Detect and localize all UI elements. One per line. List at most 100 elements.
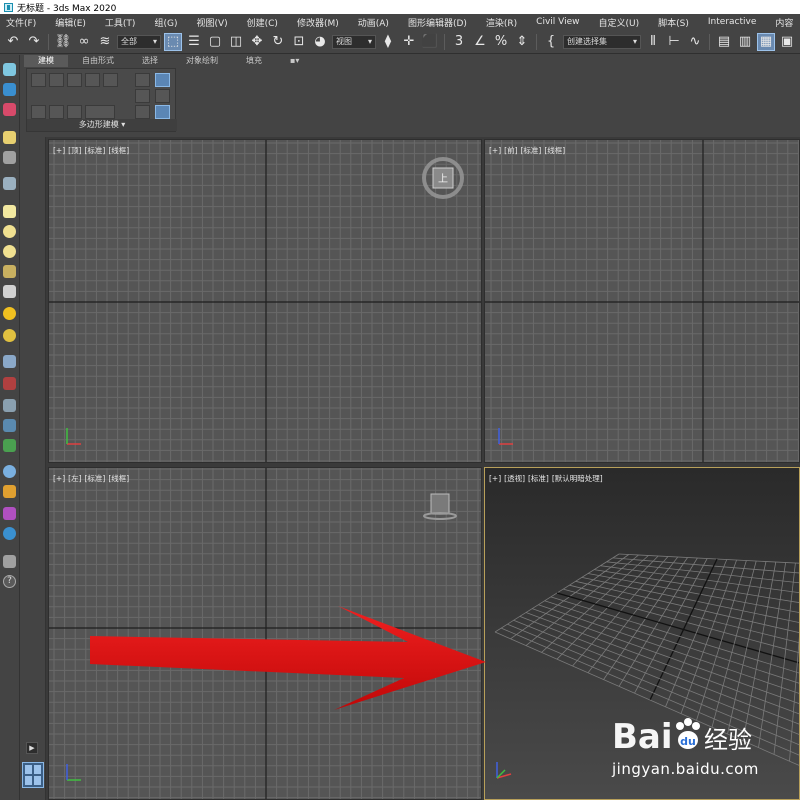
named-selection-dropdown[interactable]: 创建选择集 ▾: [563, 34, 641, 49]
selection-mode-button[interactable]: [49, 105, 64, 119]
selection-filter-dropdown[interactable]: 全部 ▾: [117, 34, 161, 49]
use-displacement-button[interactable]: [135, 105, 150, 119]
viewport-shading-mode[interactable]: [线框]: [108, 474, 129, 483]
viewport-menu-plus[interactable]: [+]: [53, 146, 65, 155]
tab-modeling[interactable]: 建模: [24, 55, 68, 67]
menu-group[interactable]: 组(G): [154, 16, 177, 29]
percent-snap-icon[interactable]: %: [492, 33, 510, 51]
modify-mode-button[interactable]: [31, 105, 46, 119]
display-panel-icon[interactable]: [3, 151, 16, 164]
viewport-view-name[interactable]: [前]: [504, 146, 517, 155]
viewport-menu-plus[interactable]: [+]: [53, 474, 65, 483]
reference-coordinate-dropdown[interactable]: 视图 ▾: [332, 34, 376, 49]
snaps-toggle-icon[interactable]: 3: [450, 33, 468, 51]
menu-interactive[interactable]: Interactive: [708, 17, 756, 27]
tab-selection[interactable]: 选择: [128, 55, 172, 67]
viewport-layout-icon[interactable]: [22, 762, 44, 788]
placement-icon[interactable]: ◕: [311, 33, 329, 51]
link-icon[interactable]: ⛓: [54, 33, 72, 51]
make-unique-button[interactable]: [155, 105, 170, 119]
element-mode-button[interactable]: [103, 73, 118, 87]
curve-editor-icon[interactable]: ∿: [686, 33, 704, 51]
border-mode-button[interactable]: [67, 73, 82, 87]
play-icon[interactable]: ▶: [26, 742, 38, 754]
edit-named-selection-icon[interactable]: {: [542, 33, 560, 51]
scale-icon[interactable]: ⊡: [290, 33, 308, 51]
menu-civil-view[interactable]: Civil View: [536, 17, 579, 27]
select-object-icon[interactable]: ⬚: [164, 32, 182, 51]
menu-rendering[interactable]: 渲染(R): [486, 16, 517, 29]
render-icon[interactable]: [3, 507, 16, 520]
rectangular-selection-icon[interactable]: ▢: [206, 33, 224, 51]
viewport-front[interactable]: [+] [前] [标准] [线框]: [484, 139, 800, 463]
menu-content[interactable]: 内容: [775, 16, 793, 29]
mirror-icon[interactable]: ⫴: [644, 33, 662, 51]
scene-explorer-icon[interactable]: ▤: [715, 33, 733, 51]
ribbon-options-icon[interactable]: ▪▾: [276, 55, 313, 67]
viewport-view-name[interactable]: [透视]: [504, 474, 525, 483]
preview-button[interactable]: [67, 105, 82, 119]
toggle-command-panel-button[interactable]: [135, 89, 150, 103]
tab-freeform[interactable]: 自由形式: [68, 55, 128, 67]
material-ball-icon[interactable]: [3, 465, 16, 478]
rotate-icon[interactable]: ↻: [269, 33, 287, 51]
schematic-view-icon[interactable]: ▣: [778, 33, 796, 51]
collapse-stack-button[interactable]: [135, 73, 150, 87]
menu-create[interactable]: 创建(C): [247, 16, 278, 29]
polygon-mode-button[interactable]: [85, 73, 100, 87]
menu-edit[interactable]: 编辑(E): [55, 16, 86, 29]
unlink-icon[interactable]: ∞: [75, 33, 93, 51]
grid-icon[interactable]: [3, 355, 16, 368]
show-end-result-button[interactable]: [155, 89, 170, 103]
motion-panel-icon[interactable]: [3, 131, 16, 144]
hierarchy-panel-icon[interactable]: [3, 103, 16, 116]
teapot-icon[interactable]: [3, 265, 16, 278]
edge-mode-button[interactable]: [49, 73, 64, 87]
angle-snap-icon[interactable]: ∠: [471, 33, 489, 51]
sphere-icon[interactable]: [3, 225, 16, 238]
create-panel-icon[interactable]: [3, 63, 16, 76]
viewport-left-label[interactable]: [+] [左] [标准] [线框]: [53, 473, 132, 484]
align-icon[interactable]: ⊢: [665, 33, 683, 51]
dynamics-icon[interactable]: [3, 419, 16, 432]
vertex-mode-button[interactable]: [31, 73, 46, 87]
select-by-name-icon[interactable]: ☰: [185, 33, 203, 51]
ignore-backfacing-button[interactable]: [85, 105, 115, 119]
spinner-snap-icon[interactable]: ⇕: [513, 33, 531, 51]
viewport-view-name[interactable]: [左]: [68, 474, 81, 483]
viewport-perspective-label[interactable]: [+] [透视] [标准] [默认明暗处理]: [489, 473, 606, 484]
manipulate-icon[interactable]: ✛: [400, 33, 418, 51]
viewport-view-name[interactable]: [顶]: [68, 146, 81, 155]
menu-graph-editors[interactable]: 图形编辑器(D): [408, 16, 467, 29]
plane-icon[interactable]: [3, 205, 16, 218]
viewport-menu-plus[interactable]: [+]: [489, 474, 501, 483]
layer-explorer-icon[interactable]: ▥: [736, 33, 754, 51]
cone-icon[interactable]: [3, 285, 16, 298]
undo-icon[interactable]: ↶: [4, 33, 22, 51]
hierarchy-icon[interactable]: [3, 399, 16, 412]
viewport-top[interactable]: [+] [顶] [标准] [线框] 上: [48, 139, 482, 463]
torus-icon[interactable]: [3, 329, 16, 342]
redo-icon[interactable]: ↷: [25, 33, 43, 51]
color-palette-icon[interactable]: [3, 485, 16, 498]
pin-stack-button[interactable]: [155, 73, 170, 87]
menu-scripting[interactable]: 脚本(S): [658, 16, 689, 29]
viewport-menu-plus[interactable]: [+]: [489, 146, 501, 155]
foliage-icon[interactable]: [3, 439, 16, 452]
menu-file[interactable]: 文件(F): [6, 16, 36, 29]
viewport-shading-mode[interactable]: [默认明暗处理]: [552, 474, 603, 483]
viewport-shading-mode[interactable]: [线框]: [544, 146, 565, 155]
menu-customize[interactable]: 自定义(U): [599, 16, 640, 29]
viewport-shading-mode[interactable]: [线框]: [108, 146, 129, 155]
geosphere-icon[interactable]: [3, 245, 16, 258]
tab-object-paint[interactable]: 对象绘制: [172, 55, 232, 67]
viewport-front-label[interactable]: [+] [前] [标准] [线框]: [489, 145, 568, 156]
pivot-center-icon[interactable]: ⧫: [379, 33, 397, 51]
help-icon[interactable]: ?: [3, 575, 16, 588]
menu-tools[interactable]: 工具(T): [105, 16, 136, 29]
window-crossing-icon[interactable]: ◫: [227, 33, 245, 51]
keyboard-shortcut-icon[interactable]: ⬛: [421, 33, 439, 51]
battery-icon[interactable]: [3, 555, 16, 568]
viewport-shading-standard[interactable]: [标准]: [85, 474, 106, 483]
utilities-panel-icon[interactable]: [3, 177, 16, 190]
